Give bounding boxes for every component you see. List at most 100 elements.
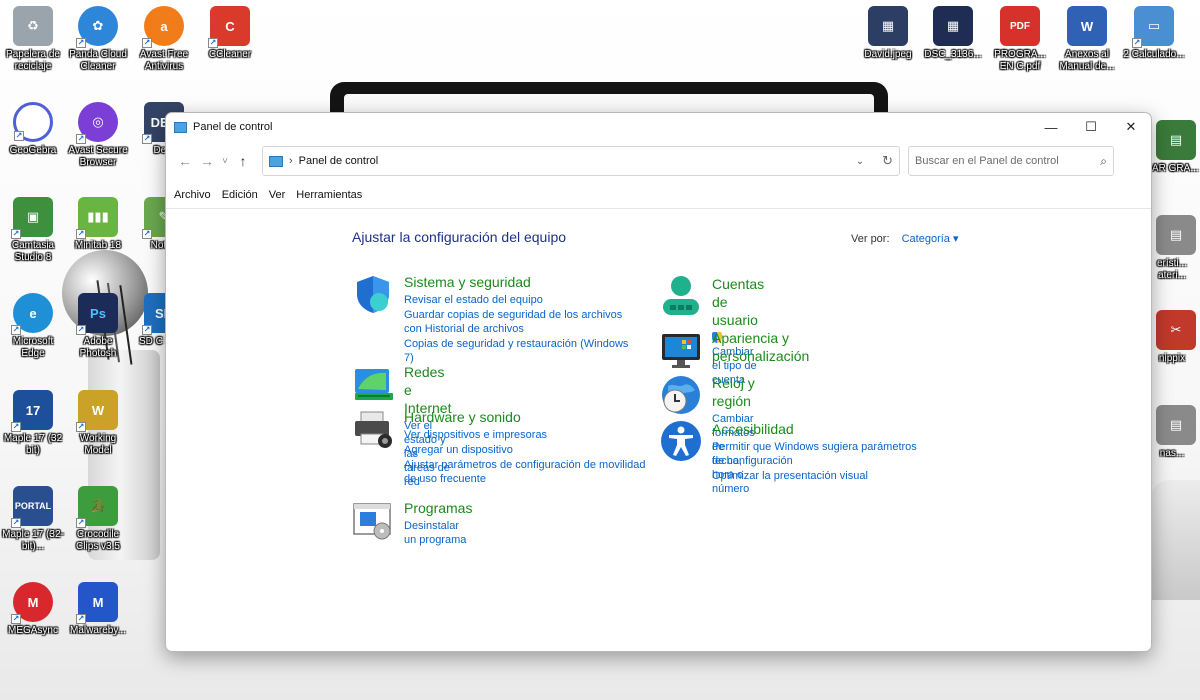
category-link[interactable]: Ver dispositivos e impresoras bbox=[404, 428, 659, 442]
geogebra-icon: ↗ bbox=[13, 102, 53, 142]
window-controls: — ☐ ✕ bbox=[1031, 113, 1151, 141]
category-body: Sistema y seguridad Revisar el estado de… bbox=[404, 273, 639, 366]
category-title[interactable]: Apariencia y personalización bbox=[712, 329, 809, 365]
search-input[interactable] bbox=[915, 155, 1085, 167]
crocodile-clips-icon: 🐊 ↗ bbox=[76, 486, 118, 528]
maximize-button[interactable]: ☐ bbox=[1071, 113, 1111, 141]
breadcrumb-control-panel[interactable]: Panel de control bbox=[299, 155, 379, 167]
menu-herramientas[interactable]: Herramientas bbox=[296, 189, 362, 201]
desktop-icon-geogebra[interactable]: ↗ GeoGebra bbox=[1, 102, 65, 157]
user-account-icon[interactable] bbox=[660, 275, 702, 317]
accessibility-icon[interactable] bbox=[660, 420, 702, 462]
navigation-bar: ← → ˅ ↑ › Panel de control ⌄ ↻ ⌕ bbox=[166, 141, 1151, 181]
recycle-bin-icon: ♻ bbox=[13, 6, 53, 46]
desktop-icon-photoshop[interactable]: Ps ↗ Adobe Photosh bbox=[66, 293, 130, 360]
text-file-icon: ▤ bbox=[1156, 405, 1196, 445]
control-panel-window: Panel de control — ☐ ✕ ← → ˅ ↑ › Panel d… bbox=[165, 112, 1152, 652]
control-panel-icon bbox=[174, 121, 187, 133]
desktop-icon-anexos-manual[interactable]: W Anexos al Manual de... bbox=[1055, 6, 1119, 73]
category-link[interactable]: Desinstalar un programa bbox=[404, 519, 472, 547]
monitor-icon[interactable] bbox=[660, 329, 702, 371]
category-title[interactable]: Programas bbox=[404, 499, 472, 517]
desktop-icon-programa-pdf[interactable]: PDF PROGRA... EN C.pdf bbox=[988, 6, 1052, 73]
category-link[interactable]: Copias de seguridad y restauración (Wind… bbox=[404, 337, 639, 365]
ccleaner-icon: C ↗ bbox=[208, 6, 250, 48]
avast-antivirus-icon: a ↗ bbox=[142, 6, 184, 48]
printer-icon[interactable] bbox=[352, 408, 394, 450]
desktop-icon-dsc-photo[interactable]: ▦ DSC_3136... bbox=[921, 6, 985, 61]
pdf-file-icon: PDF bbox=[1000, 6, 1040, 46]
desktop-icon-avast-secure-browser[interactable]: ◎ ↗ Avast Secure Browser bbox=[66, 102, 130, 169]
view-by-label: Ver por: bbox=[851, 233, 890, 245]
category-title[interactable]: Reloj y región bbox=[712, 374, 755, 410]
category-title[interactable]: Accesibilidad bbox=[712, 420, 932, 438]
up-arrow-icon[interactable]: ↑ bbox=[232, 149, 254, 173]
forward-arrow-icon[interactable]: → bbox=[196, 149, 218, 173]
category-title[interactable]: Hardware y sonido bbox=[404, 408, 659, 426]
minimize-button[interactable]: — bbox=[1031, 113, 1071, 141]
desktop-icon-david-jpeg[interactable]: ▦ David.jpeg bbox=[856, 6, 920, 61]
desktop-icon-minitab[interactable]: ▮▮▮ ↗ Minitab 18 bbox=[66, 197, 130, 252]
desktop-icon-panda-cloud-cleaner[interactable]: ✿ ↗ Panda Cloud Cleaner bbox=[66, 6, 130, 73]
desktop-icon-maple-17[interactable]: 17 ↗ Maple 17 (32 bit) bbox=[1, 390, 65, 457]
desktop-icon-camtasia[interactable]: ▣ ↗ Camtasia Studio 8 bbox=[1, 197, 65, 264]
category-link[interactable]: Optimizar la presentación visual bbox=[712, 469, 932, 483]
menu-archivo[interactable]: Archivo bbox=[174, 189, 211, 201]
recent-locations-icon[interactable]: ˅ bbox=[218, 149, 232, 173]
refresh-icon[interactable]: ↻ bbox=[882, 153, 893, 169]
network-icon[interactable] bbox=[352, 363, 394, 405]
category-link[interactable]: Permitir que Windows sugiera parámetros … bbox=[712, 440, 932, 468]
category-link[interactable]: Guardar copias de seguridad de los archi… bbox=[404, 308, 639, 336]
search-icon[interactable]: ⌕ bbox=[1100, 154, 1107, 169]
category-link[interactable]: Ajustar parámetros de configuración de m… bbox=[404, 458, 659, 486]
menu-ver[interactable]: Ver bbox=[269, 189, 286, 201]
desktop-icon-ccleaner[interactable]: C ↗ CCleaner bbox=[198, 6, 262, 61]
shield-icon[interactable] bbox=[352, 273, 394, 315]
desktop-icon-edge[interactable]: e ↗ Microsoft Edge bbox=[1, 293, 65, 360]
menu-bar: Archivo Edición Ver Herramientas bbox=[166, 181, 1151, 209]
category-body: Hardware y sonido Ver dispositivos e imp… bbox=[404, 408, 659, 487]
sar-file-icon: ▤ bbox=[1156, 120, 1196, 160]
chevron-down-icon[interactable]: ⌄ bbox=[856, 156, 864, 167]
control-panel-icon bbox=[269, 155, 283, 167]
title-bar[interactable]: Panel de control — ☐ ✕ bbox=[166, 113, 1151, 141]
category-title[interactable]: Sistema y seguridad bbox=[404, 273, 639, 291]
desktop-icon-calculadora[interactable]: ▭ ↗ 2 Calculado... bbox=[1122, 6, 1186, 61]
desktop-icon-avast-antivirus[interactable]: a ↗ Avast Free Antivirus bbox=[132, 6, 196, 73]
calculator-app-icon: ▭ ↗ bbox=[1132, 6, 1174, 48]
programs-icon[interactable] bbox=[352, 499, 394, 541]
desktop-icon-megasync[interactable]: M ↗ MEGAsync bbox=[1, 582, 65, 637]
megasync-icon: M ↗ bbox=[11, 582, 53, 624]
photoshop-icon: Ps ↗ bbox=[76, 293, 118, 335]
search-box[interactable]: ⌕ bbox=[908, 146, 1114, 176]
breadcrumb-separator[interactable]: › bbox=[289, 155, 293, 167]
working-model-icon: W ↗ bbox=[76, 390, 118, 432]
category-body: Apariencia y personalización bbox=[712, 329, 809, 367]
desktop-icon-crocodile-clips[interactable]: 🐊 ↗ Crocodile Clips v3.5 bbox=[66, 486, 130, 553]
category-body: Accesibilidad Permitir que Windows sugie… bbox=[712, 420, 932, 484]
desktop-icon-malwarebytes[interactable]: M ↗ Malwareby... bbox=[66, 582, 130, 637]
address-bar[interactable]: › Panel de control ⌄ ↻ bbox=[262, 146, 900, 176]
avast-secure-browser-icon: ◎ ↗ bbox=[76, 102, 118, 144]
clock-globe-icon[interactable] bbox=[660, 374, 702, 416]
photo-file-icon: ▦ bbox=[933, 6, 973, 46]
category-link[interactable]: Revisar el estado del equipo bbox=[404, 293, 639, 307]
desktop-icon-working-model[interactable]: W ↗ Working Model bbox=[66, 390, 130, 457]
close-button[interactable]: ✕ bbox=[1111, 113, 1151, 141]
category-link[interactable]: Agregar un dispositivo bbox=[404, 443, 659, 457]
category-title[interactable]: Cuentas de usuario bbox=[712, 275, 764, 329]
maple-icon: 17 ↗ bbox=[11, 390, 53, 432]
wallpaper-object bbox=[1150, 480, 1200, 600]
word-document-icon: W bbox=[1067, 6, 1107, 46]
control-panel-content: Ajustar la configuración del equipo Ver … bbox=[166, 209, 1151, 649]
desktop-icon-maple-portal[interactable]: PORTAL ↗ Maple 17 (32-bit)... bbox=[1, 486, 65, 553]
page-title: Ajustar la configuración del equipo bbox=[352, 229, 567, 245]
view-by-dropdown[interactable]: Categoría ▾ bbox=[902, 233, 959, 245]
category-body: Programas Desinstalar un programa bbox=[404, 499, 472, 548]
maple-portal-icon: PORTAL ↗ bbox=[11, 486, 53, 528]
back-arrow-icon[interactable]: ← bbox=[174, 149, 196, 173]
edge-icon: e ↗ bbox=[11, 293, 53, 335]
menu-edicion[interactable]: Edición bbox=[222, 189, 258, 201]
camtasia-icon: ▣ ↗ bbox=[11, 197, 53, 239]
desktop-icon-recycle-bin[interactable]: ♻ Papelera de reciclaje bbox=[1, 6, 65, 73]
